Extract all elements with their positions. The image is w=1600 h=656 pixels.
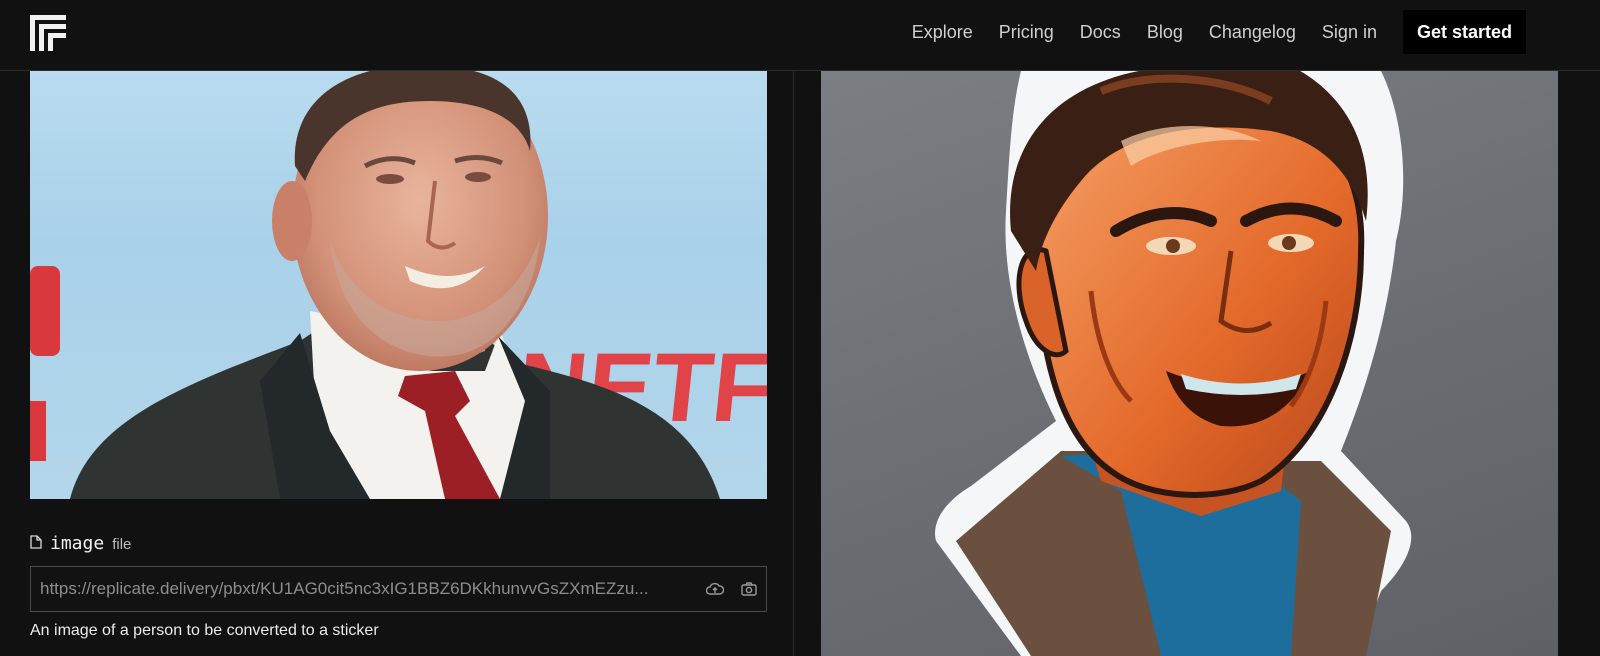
column-divider <box>793 71 794 656</box>
main-nav: Explore Pricing Docs Blog Changelog Sign… <box>912 10 1526 54</box>
upload-cloud-icon <box>706 582 724 595</box>
input-image-preview: NETFL <box>30 71 767 499</box>
image-url-value[interactable]: https://replicate.delivery/pbxt/KU1AG0ci… <box>31 579 698 599</box>
nav-explore[interactable]: Explore <box>912 22 973 43</box>
nav-changelog[interactable]: Changelog <box>1209 22 1296 43</box>
top-navbar: Explore Pricing Docs Blog Changelog Sign… <box>0 0 1600 71</box>
person-photo: NETFL <box>30 71 767 499</box>
file-icon <box>30 535 42 549</box>
sticker-illustration <box>935 71 1412 656</box>
field-name: image <box>50 533 105 554</box>
nav-docs[interactable]: Docs <box>1080 22 1121 43</box>
output-sticker-image <box>821 71 1558 656</box>
webcam-button[interactable] <box>732 567 766 611</box>
field-type: file <box>112 536 132 553</box>
get-started-button[interactable]: Get started <box>1402 10 1526 54</box>
replicate-logo-icon[interactable] <box>30 15 66 51</box>
image-field-header: image file <box>30 533 131 554</box>
field-description: An image of a person to be converted to … <box>30 622 379 639</box>
upload-button[interactable] <box>698 567 732 611</box>
nav-sign-in[interactable]: Sign in <box>1322 22 1377 43</box>
nav-blog[interactable]: Blog <box>1147 22 1183 43</box>
camera-icon <box>741 582 757 596</box>
nav-pricing[interactable]: Pricing <box>999 22 1054 43</box>
image-url-input[interactable]: https://replicate.delivery/pbxt/KU1AG0ci… <box>30 566 767 612</box>
